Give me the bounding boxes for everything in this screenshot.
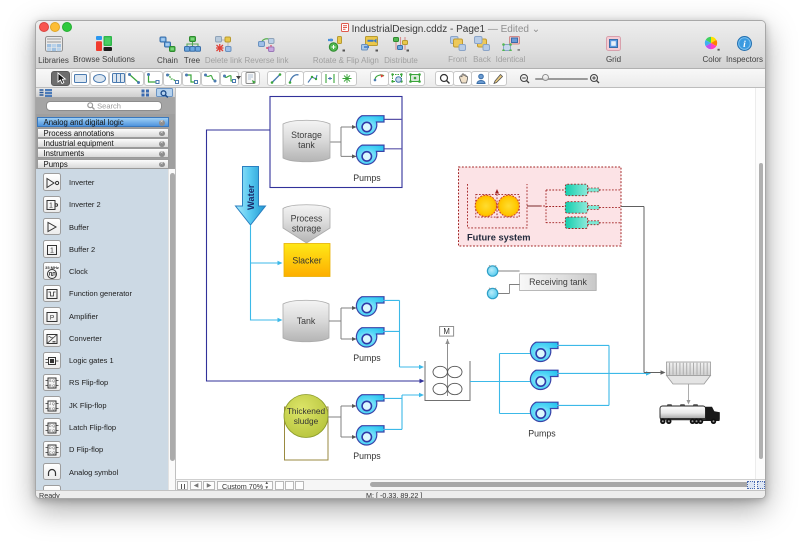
svg-text:Receiving tank: Receiving tank [529,277,587,287]
svg-text:Future system: Future system [467,233,531,243]
svg-text:E Q: E Q [49,429,55,433]
svg-text:1: 1 [50,247,54,254]
svg-text:C Q: C Q [49,451,55,455]
svg-text:Pumps: Pumps [353,173,381,183]
svg-text:tank: tank [298,140,315,150]
svg-text:Process: Process [291,214,323,224]
svg-text:storage: storage [292,224,321,234]
svg-text:S Q: S Q [49,379,55,383]
svg-text:Thickened: Thickened [287,406,326,416]
svg-text:1: 1 [49,203,53,210]
svg-text:D Q: D Q [49,424,55,428]
svg-text:Pumps: Pumps [353,451,381,461]
svg-text:D Q: D Q [49,446,55,450]
svg-text:J Q: J Q [49,402,55,406]
svg-text:M: M [443,327,450,336]
svg-text:i: i [743,40,746,50]
svg-text:Storage: Storage [291,130,322,140]
svg-text:Water: Water [246,184,256,210]
svg-text:sludge: sludge [294,416,319,426]
svg-text:Pumps: Pumps [528,429,556,439]
svg-text:R Q: R Q [49,384,55,388]
svg-text:P: P [50,314,54,321]
svg-text:Pumps: Pumps [353,353,381,363]
svg-text:K Q: K Q [49,407,55,411]
svg-text:Slacker: Slacker [292,256,321,266]
svg-text:Tank: Tank [297,316,316,326]
